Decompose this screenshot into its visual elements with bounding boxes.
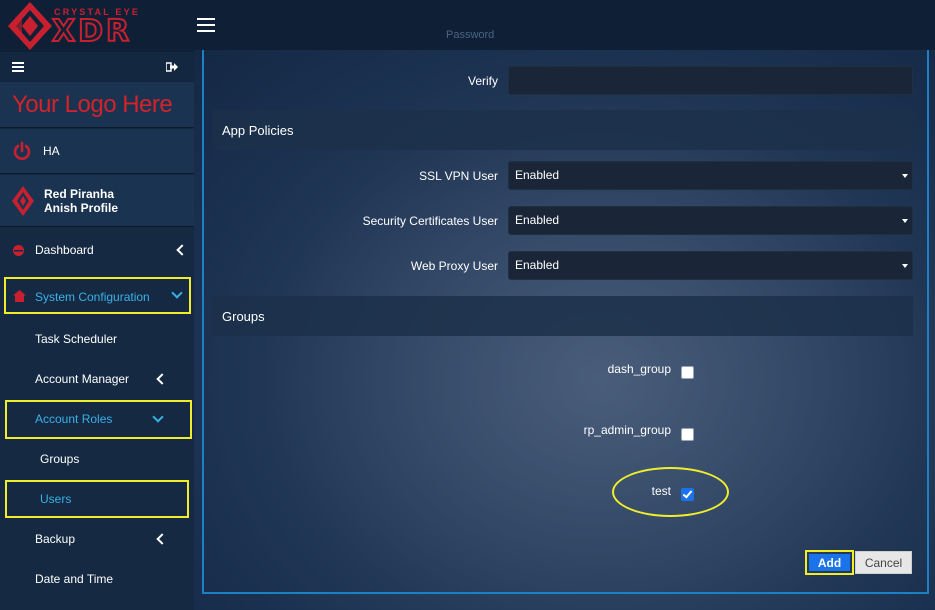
sidebar-item-label: Dashboard (35, 243, 94, 257)
dashboard-icon (13, 245, 24, 256)
select-value: Enabled (515, 258, 560, 272)
groups-section-header: Groups (212, 296, 913, 336)
cancel-button[interactable]: Cancel (855, 551, 912, 574)
caret-down-icon (902, 219, 908, 223)
group-checkbox-rp-admin-group[interactable] (681, 428, 694, 441)
sidebar-item-label: Account Manager (35, 372, 130, 386)
highlight-ellipse (612, 467, 729, 517)
sidebar-menu-icon[interactable] (12, 62, 24, 72)
profile-text: Red Piranha Anish Profile (44, 187, 118, 215)
sidebar-item-label: Groups (40, 452, 80, 466)
power-icon (13, 141, 31, 160)
section-title: Groups (222, 308, 265, 324)
profile-name: Anish Profile (44, 200, 119, 215)
caret-down-icon (902, 264, 908, 268)
add-button[interactable]: Add (809, 554, 850, 571)
crystal-eye-logo-icon (8, 2, 52, 50)
sidebar-item-backup[interactable]: Backup (0, 519, 194, 559)
chevron-left-icon (156, 533, 168, 545)
group-checkbox-dash-group[interactable] (681, 366, 694, 379)
profile-avatar-icon (12, 185, 34, 216)
chevron-left-icon (156, 373, 168, 385)
sidebar-item-label: Users (40, 492, 72, 506)
custom-logo-area: Your Logo Here (0, 82, 194, 128)
sidebar-item-task-scheduler[interactable]: Task Scheduler (0, 319, 194, 359)
group-label-dash-group: dash_group (607, 362, 671, 376)
web-proxy-user-label: Web Proxy User (410, 259, 498, 273)
sidebar-item-label: Backup (35, 532, 76, 546)
verify-label: Verify (467, 74, 498, 88)
ha-label: HA (43, 144, 60, 158)
brand-header: CRYSTAL EYE XDR (0, 0, 194, 52)
ssl-vpn-user-label: SSL VPN User (419, 169, 498, 183)
profile-org: Red Piranha (44, 186, 115, 201)
add-button-highlight: Add (805, 550, 854, 575)
sidebar-item-label: System Configuration (35, 290, 150, 304)
verify-password-field[interactable] (508, 66, 913, 95)
security-certificates-user-label: Security Certificates User (362, 214, 498, 228)
app-policies-section-header: App Policies (212, 110, 913, 150)
top-bar (194, 0, 935, 50)
sidebar-item-dashboard[interactable]: Dashboard (0, 230, 194, 270)
home-icon (13, 290, 26, 302)
select-value: Enabled (515, 213, 560, 227)
caret-down-icon (902, 174, 908, 178)
ha-status-row[interactable]: HA (0, 129, 194, 174)
password-label-faded: Password (446, 29, 495, 41)
sidebar-item-users[interactable]: Users (0, 479, 194, 519)
profile-row[interactable]: Red Piranha Anish Profile (0, 175, 194, 227)
sidebar-item-date-and-time[interactable]: Date and Time (0, 559, 194, 599)
sidebar-toolbar (0, 52, 194, 82)
sidebar-item-label: Date and Time (35, 572, 114, 586)
brand-name: XDR (51, 13, 133, 50)
sidebar-item-groups[interactable]: Groups (0, 439, 194, 479)
sidebar-item-account-manager[interactable]: Account Manager (0, 359, 194, 399)
select-value: Enabled (515, 168, 560, 182)
sidebar-item-account-roles[interactable]: Account Roles (0, 399, 194, 439)
highlight-box (5, 480, 189, 518)
group-label-rp-admin-group: rp_admin_group (583, 423, 671, 437)
sidebar-item-label: Account Roles (35, 412, 113, 426)
main-menu-icon[interactable] (197, 18, 215, 34)
ssl-vpn-user-select[interactable]: Enabled (508, 161, 913, 190)
logo-placeholder: Your Logo Here (12, 90, 173, 118)
sidebar-item-label: Task Scheduler (35, 332, 118, 346)
section-title: App Policies (222, 122, 294, 138)
chevron-left-icon (176, 244, 188, 256)
web-proxy-user-select[interactable]: Enabled (508, 251, 913, 280)
security-certificates-user-select[interactable]: Enabled (508, 206, 913, 235)
logout-icon[interactable] (166, 61, 178, 73)
sidebar-item-system-configuration[interactable]: System Configuration (0, 277, 194, 317)
